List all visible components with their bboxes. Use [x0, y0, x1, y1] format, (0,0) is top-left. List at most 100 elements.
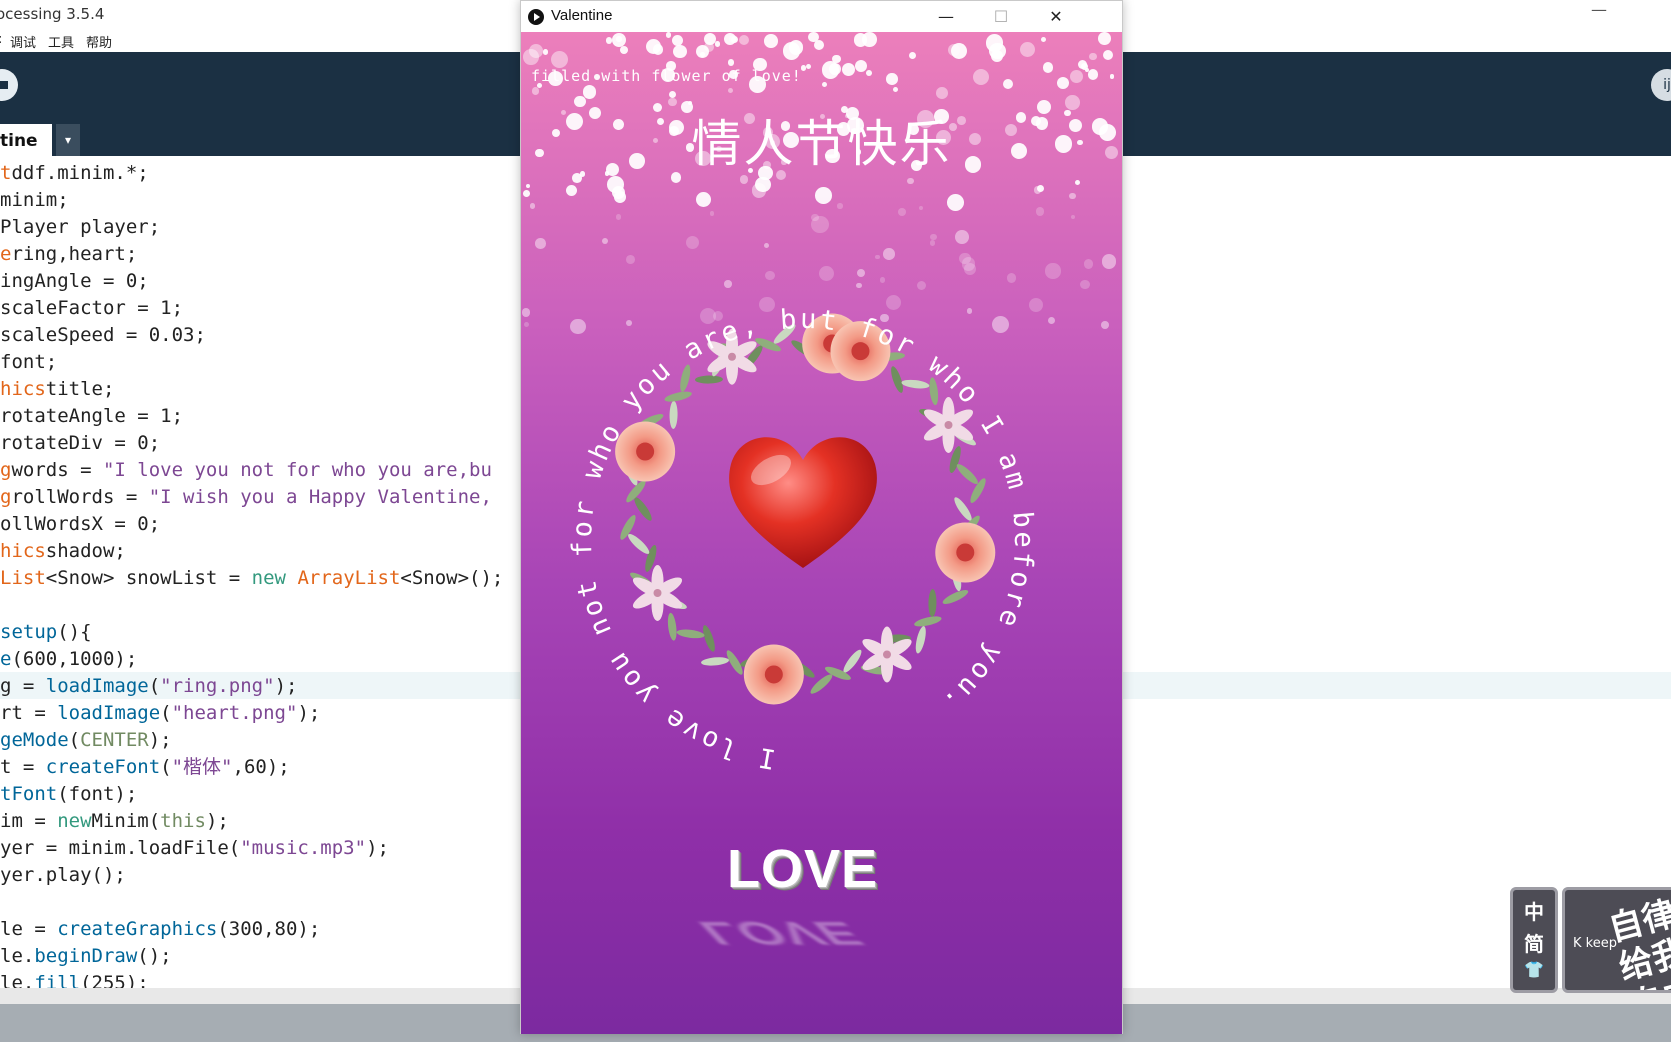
code-token: createGraphics: [57, 918, 218, 940]
code-token: ,60);: [232, 756, 290, 778]
code-line[interactable]: tFont(font);: [0, 781, 503, 808]
code-line[interactable]: t = createFont("楷体",60);: [0, 754, 503, 781]
code-token: fill: [34, 972, 81, 988]
keep-widget[interactable]: K keep 自律给我自由: [1562, 887, 1671, 993]
code-line[interactable]: ollWordsX = 0;: [0, 511, 503, 538]
code-line[interactable]: le.beginDraw();: [0, 943, 503, 970]
code-line[interactable]: grollWords = "I wish you a Happy Valenti…: [0, 484, 503, 511]
code-token: ring,heart;: [11, 243, 138, 265]
code-line[interactable]: e(600,1000);: [0, 646, 503, 673]
code-text[interactable]: tddf.minim.*; minim; Player player; ering,h…: [0, 160, 503, 988]
code-line[interactable]: le.fill(255);: [0, 970, 503, 988]
code-token: rotateAngle = 1;: [0, 405, 184, 427]
code-line[interactable]: [0, 592, 503, 619]
code-token: font;: [0, 351, 58, 373]
code-line[interactable]: tddf.minim.*;: [0, 160, 503, 187]
code-token: scaleFactor = 1;: [0, 297, 184, 319]
ime-language-widget[interactable]: 中 简 👕: [1510, 887, 1558, 993]
code-token: "music.mp3": [240, 837, 367, 859]
code-line[interactable]: yer.play();: [0, 862, 503, 889]
code-token: <Snow> snowList =: [45, 567, 252, 589]
code-line[interactable]: hicstitle;: [0, 376, 503, 403]
leaf: [942, 590, 969, 604]
keep-logo: K keep: [1573, 936, 1617, 951]
code-line[interactable]: rt = loadImage("heart.png");: [0, 700, 503, 727]
tab-menu-arrow-icon[interactable]: ▾: [56, 124, 80, 156]
ime-chinese-label[interactable]: 中: [1513, 896, 1555, 925]
menu-help[interactable]: 帮助: [86, 32, 112, 51]
leaf: [956, 464, 978, 485]
love-word: LOVE: [726, 839, 879, 899]
leaf: [703, 625, 715, 652]
leaf: [667, 612, 677, 641]
code-token: ollWordsX = 0;: [0, 513, 161, 535]
mode-button[interactable]: ij: [1651, 69, 1671, 101]
code-line[interactable]: rotateDiv = 0;: [0, 430, 503, 457]
code-line[interactable]: yer = minim.loadFile("music.mp3");: [0, 835, 503, 862]
keep-slogan: 自律给我自由: [1604, 893, 1671, 990]
heart-icon: [729, 437, 877, 568]
code-token: "I love you not for who you are,bu: [102, 459, 492, 481]
code-line[interactable]: hicsshadow;: [0, 538, 503, 565]
leaf: [669, 400, 678, 429]
code-line[interactable]: le = createGraphics(300,80);: [0, 916, 503, 943]
ide-minimize-button[interactable]: —: [1591, 0, 1607, 19]
code-line[interactable]: [0, 889, 503, 916]
leaf: [928, 589, 937, 618]
code-token: );: [366, 837, 389, 859]
leaf: [676, 629, 705, 639]
close-button[interactable]: ✕: [1027, 3, 1085, 31]
code-token: loadImage: [57, 702, 161, 724]
code-token: "I wish you a Happy Valentine,: [148, 486, 492, 508]
code-token: (: [160, 756, 172, 778]
code-token: yer = minim.loadFile(: [0, 837, 241, 859]
lily-flower: [862, 626, 912, 683]
minimize-button[interactable]: —: [917, 3, 975, 31]
sketch-canvas[interactable]: filled with flower of love! 情人节快乐 I love…: [521, 32, 1122, 1034]
code-line[interactable]: gwords = "I love you not for who you are…: [0, 457, 503, 484]
code-line[interactable]: rotateAngle = 1;: [0, 403, 503, 430]
code-token: CENTER: [80, 729, 149, 751]
code-line[interactable]: minim;: [0, 187, 503, 214]
code-token: words =: [11, 459, 103, 481]
code-token: ddf.minim.*;: [11, 162, 149, 184]
menu-fragment[interactable]: :: [0, 32, 2, 47]
code-line[interactable]: scaleFactor = 1;: [0, 295, 503, 322]
rose-flower: [743, 644, 804, 705]
code-token: hics: [0, 540, 46, 562]
code-token: shadow;: [45, 540, 126, 562]
code-token: (600,1000);: [11, 648, 138, 670]
stop-button[interactable]: [0, 69, 18, 101]
code-token: title;: [45, 378, 115, 400]
code-token: (: [68, 729, 81, 751]
leaf: [901, 379, 930, 389]
menu-tools[interactable]: 工具: [48, 32, 74, 51]
code-token: createFont: [45, 756, 161, 778]
leaf: [891, 366, 903, 393]
ime-simplified-label[interactable]: 简: [1513, 928, 1555, 957]
code-line[interactable]: geMode(CENTER);: [0, 727, 503, 754]
code-token: setup: [0, 621, 58, 643]
code-token: t =: [0, 756, 46, 778]
tab-valentine[interactable]: tine: [0, 124, 52, 156]
maximize-button[interactable]: ☐: [972, 3, 1030, 31]
code-line[interactable]: font;: [0, 349, 503, 376]
code-line[interactable]: g = loadImage("ring.png");: [0, 673, 503, 700]
code-line[interactable]: im = newMinim(this);: [0, 808, 503, 835]
code-line[interactable]: scaleSpeed = 0.03;: [0, 322, 503, 349]
code-line[interactable]: setup(){: [0, 619, 503, 646]
rose-flower: [935, 522, 996, 583]
code-token: );: [297, 702, 321, 724]
ime-skin-icon[interactable]: 👕: [1513, 960, 1555, 979]
code-line[interactable]: List<Snow> snowList = new ArrayList<Snow…: [0, 565, 503, 592]
leaf: [694, 375, 723, 384]
code-token: (300,80);: [217, 918, 321, 940]
code-line[interactable]: Player player;: [0, 214, 503, 241]
code-token: scaleSpeed = 0.03;: [0, 324, 206, 346]
menu-debug[interactable]: 调试: [10, 32, 36, 51]
code-line[interactable]: ingAngle = 0;: [0, 268, 503, 295]
code-line[interactable]: ering,heart;: [0, 241, 503, 268]
leaf: [915, 626, 926, 654]
